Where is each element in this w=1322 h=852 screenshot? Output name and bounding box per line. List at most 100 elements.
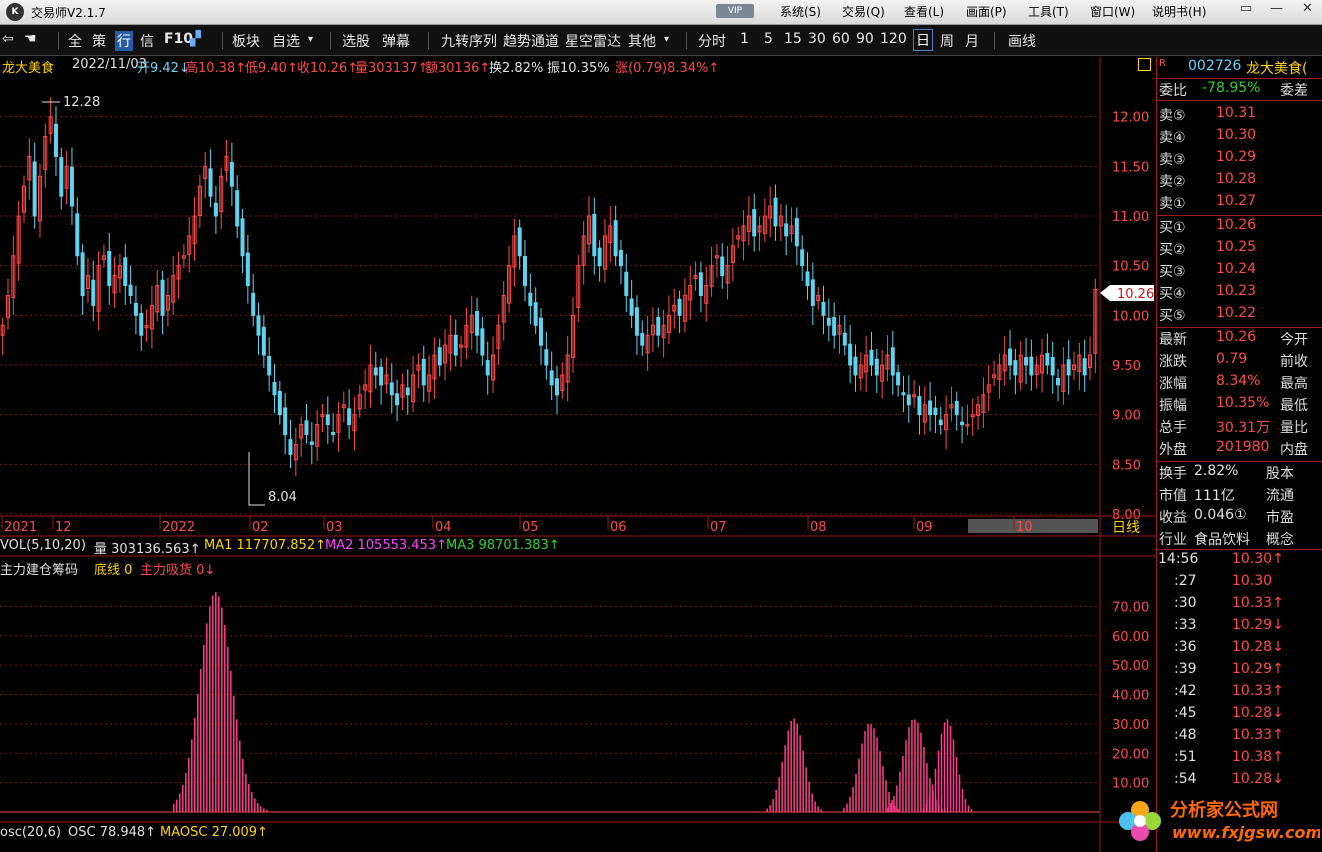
tick-row: :39 10.29↑	[1156, 661, 1322, 683]
tb-30min[interactable]: 30	[808, 31, 826, 47]
tick-row: :33 10.29↓	[1156, 617, 1322, 639]
low-annotation: 8.04	[268, 490, 297, 505]
indicator-bar	[218, 596, 220, 812]
tb-60min[interactable]: 60	[832, 31, 850, 47]
menu-view[interactable]: 查看(L)	[904, 3, 944, 20]
indicator-bar	[245, 773, 247, 812]
date-label: 03	[326, 520, 343, 535]
ask-row[interactable]: 卖④ 10.30	[1156, 127, 1322, 149]
bid-row[interactable]: 买⑤ 10.22	[1156, 305, 1322, 327]
candle	[869, 349, 874, 366]
tick-time: :51	[1174, 749, 1197, 765]
tb-daily[interactable]: 日	[913, 29, 933, 51]
tb-monthly[interactable]: 月	[965, 31, 979, 51]
chevron-down-icon[interactable]: ▾	[664, 34, 669, 45]
bid-row[interactable]: 买① 10.26	[1156, 217, 1322, 239]
candle	[32, 161, 37, 217]
indicator-bar	[946, 719, 949, 812]
tb-radar[interactable]: 星空雷达	[565, 31, 621, 51]
bid-label: 买①	[1159, 220, 1186, 236]
candle	[235, 190, 240, 227]
tb-quote[interactable]: 行	[115, 31, 133, 51]
tb-f10[interactable]: F10	[164, 31, 193, 47]
menu-screen[interactable]: 画面(P)	[966, 3, 1007, 20]
candle	[107, 251, 112, 287]
tb-5min[interactable]: 5	[764, 31, 773, 47]
stat-row: 收益 0.046① 市盈	[1156, 507, 1322, 529]
candle	[288, 439, 293, 455]
tb-danmu[interactable]: 弹幕	[382, 31, 410, 51]
ask-row[interactable]: 卖① 10.27	[1156, 193, 1322, 215]
candle	[517, 227, 522, 257]
candle	[240, 218, 245, 257]
tb-nine-turn[interactable]: 九转序列	[441, 31, 497, 51]
bid-row[interactable]: 买④ 10.23	[1156, 283, 1322, 305]
stat-label: 市值	[1159, 488, 1187, 504]
bid-price: 10.25	[1216, 239, 1257, 255]
back-icon[interactable]: ⇦	[2, 31, 14, 47]
candle	[794, 218, 799, 247]
menu-trade[interactable]: 交易(Q)	[842, 3, 885, 20]
r-marker: R	[1159, 58, 1166, 69]
indicator-bar	[808, 781, 810, 812]
tb-info[interactable]: 信	[140, 31, 154, 51]
tb-sector[interactable]: 板块	[232, 31, 260, 51]
minimize-icon[interactable]: —	[1270, 1, 1283, 16]
tb-strategy[interactable]: 策	[92, 31, 106, 51]
osc-value: OSC 78.948↑	[68, 825, 157, 840]
bid-price: 10.23	[1216, 283, 1257, 299]
candle	[539, 317, 544, 346]
bid-row[interactable]: 买③ 10.24	[1156, 261, 1322, 283]
bid-row[interactable]: 买② 10.25	[1156, 239, 1322, 261]
vip-badge[interactable]: VIP	[716, 4, 754, 18]
chevron-down-icon[interactable]: ▾	[308, 34, 313, 45]
ask-row[interactable]: 卖⑤ 10.31	[1156, 105, 1322, 127]
bid-label: 买②	[1159, 242, 1186, 258]
tb-other[interactable]: 其他	[628, 31, 656, 51]
candle	[1050, 356, 1055, 376]
indicator-bar	[843, 807, 845, 812]
indicator-bar	[876, 737, 878, 812]
title-bar: K 交易师V2.1.7 VIP 系统(S) 交易(Q) 查看(L) 画面(P) …	[0, 0, 1322, 25]
menu-window[interactable]: 窗口(W)	[1090, 3, 1135, 20]
scrollbar-thumb[interactable]	[968, 519, 1098, 533]
tick-time: :45	[1174, 705, 1197, 721]
hand-icon[interactable]: ☚	[24, 31, 37, 47]
tb-1min[interactable]: 1	[740, 31, 749, 47]
tb-all[interactable]: 全	[68, 31, 82, 51]
tb-weekly[interactable]: 周	[940, 31, 954, 51]
candle	[331, 431, 336, 436]
indicator-bar	[257, 802, 259, 812]
chart-area[interactable]: 12.00 11.50 11.00 10.50 10.00 9.50 9.00 8.50 8.0…	[0, 57, 1156, 852]
close-icon[interactable]: ✕	[1302, 1, 1313, 16]
stat-label-right: 概念	[1266, 532, 1294, 548]
tb-intraday[interactable]: 分时	[698, 31, 726, 51]
candle	[874, 358, 879, 376]
indicator-main: 主力吸货 0↓	[140, 563, 216, 578]
indicator-tick-label: 70.00	[1112, 600, 1149, 615]
restore-icon[interactable]: ▭	[1240, 1, 1252, 16]
tb-draw-line[interactable]: 画线	[1008, 31, 1036, 51]
ask-price: 10.27	[1216, 193, 1257, 209]
menu-help[interactable]: 说明书(H)	[1152, 3, 1206, 20]
ask-row[interactable]: 卖② 10.28	[1156, 171, 1322, 193]
tb-90min[interactable]: 90	[856, 31, 874, 47]
tb-trend-channel[interactable]: 趋势通道	[503, 31, 559, 51]
indicator-bar	[221, 607, 223, 812]
layout-icon[interactable]: ▞	[190, 31, 201, 47]
date-label: 04	[435, 520, 452, 535]
ask-row[interactable]: 卖③ 10.29	[1156, 149, 1322, 171]
candle	[160, 279, 165, 316]
price-tick-label: 10.50	[1112, 260, 1149, 275]
menu-tools[interactable]: 工具(T)	[1028, 3, 1069, 20]
menu-system[interactable]: 系统(S)	[780, 3, 821, 20]
tb-15min[interactable]: 15	[784, 31, 802, 47]
tb-watchlist[interactable]: 自选	[272, 31, 300, 51]
tb-120min[interactable]: 120	[880, 31, 907, 47]
candle	[901, 392, 906, 396]
tick-row: :42 10.33↑	[1156, 683, 1322, 705]
ask-label: 卖⑤	[1159, 108, 1186, 124]
candle	[272, 382, 277, 396]
indicator-bar	[931, 784, 934, 812]
tb-screener[interactable]: 选股	[342, 31, 370, 51]
